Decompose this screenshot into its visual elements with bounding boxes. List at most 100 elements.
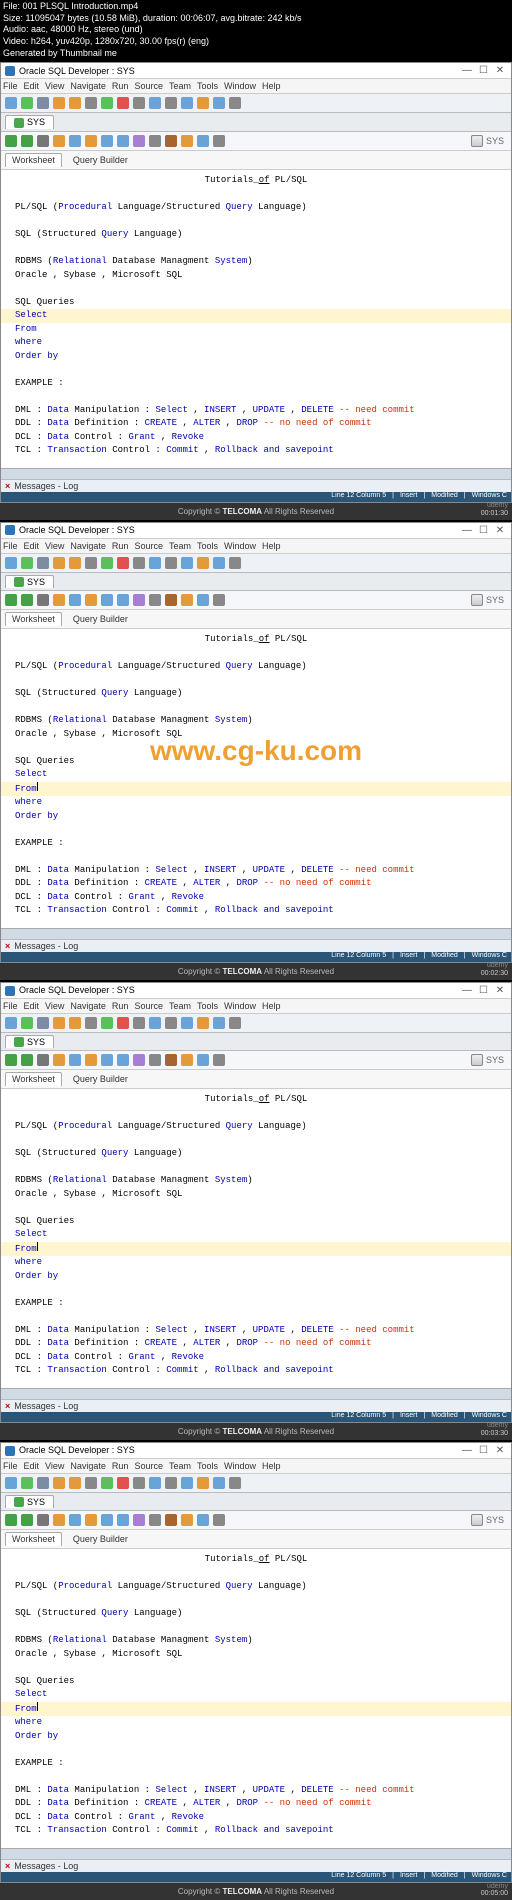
- menu-item[interactable]: Edit: [24, 1461, 40, 1471]
- toolbar-icon[interactable]: [133, 1017, 145, 1029]
- toolbar-icon[interactable]: [69, 1017, 81, 1029]
- sql-toolbar-icon[interactable]: [37, 1514, 49, 1526]
- sql-toolbar-icon[interactable]: [5, 594, 17, 606]
- editor-scrollbar[interactable]: [1, 1388, 511, 1399]
- sql-toolbar-icon[interactable]: [85, 135, 97, 147]
- menu-item[interactable]: Tools: [197, 541, 218, 551]
- toolbar-icon[interactable]: [101, 97, 113, 109]
- toolbar-icon[interactable]: [197, 557, 209, 569]
- sql-toolbar-icon[interactable]: [133, 1054, 145, 1066]
- menu-item[interactable]: Window: [224, 541, 256, 551]
- sql-toolbar-icon[interactable]: [53, 1514, 65, 1526]
- toolbar-icon[interactable]: [21, 1477, 33, 1489]
- sql-toolbar-icon[interactable]: [213, 594, 225, 606]
- menu-item[interactable]: Team: [169, 1001, 191, 1011]
- sql-toolbar-icon[interactable]: [197, 594, 209, 606]
- close-button[interactable]: ✕: [493, 1445, 507, 1456]
- menu-item[interactable]: Tools: [197, 81, 218, 91]
- sql-toolbar-icon[interactable]: [101, 1514, 113, 1526]
- sql-toolbar-icon[interactable]: [117, 135, 129, 147]
- connection-picker[interactable]: SYS: [468, 1514, 507, 1526]
- toolbar-icon[interactable]: [101, 557, 113, 569]
- sql-toolbar-icon[interactable]: [149, 1054, 161, 1066]
- toolbar-icon[interactable]: [165, 97, 177, 109]
- sql-editor[interactable]: Tutorials_of PL/SQL PL/SQL (Procedural L…: [1, 629, 511, 928]
- toolbar-icon[interactable]: [37, 97, 49, 109]
- menu-item[interactable]: Team: [169, 81, 191, 91]
- menu-item[interactable]: Tools: [197, 1461, 218, 1471]
- toolbar-icon[interactable]: [133, 97, 145, 109]
- sql-toolbar-icon[interactable]: [5, 1514, 17, 1526]
- toolbar-icon[interactable]: [37, 557, 49, 569]
- sql-toolbar-icon[interactable]: [181, 1514, 193, 1526]
- toolbar-icon[interactable]: [85, 1477, 97, 1489]
- sql-toolbar-icon[interactable]: [37, 594, 49, 606]
- toolbar-icon[interactable]: [101, 1017, 113, 1029]
- sql-toolbar-icon[interactable]: [69, 1054, 81, 1066]
- sql-toolbar-icon[interactable]: [149, 1514, 161, 1526]
- sql-toolbar-icon[interactable]: [181, 594, 193, 606]
- toolbar-icon[interactable]: [213, 1477, 225, 1489]
- toolbar-icon[interactable]: [53, 1477, 65, 1489]
- sql-toolbar-icon[interactable]: [21, 1514, 33, 1526]
- menu-item[interactable]: Window: [224, 1461, 256, 1471]
- toolbar-icon[interactable]: [197, 97, 209, 109]
- editor-scrollbar[interactable]: [1, 1848, 511, 1859]
- menu-item[interactable]: Edit: [24, 1001, 40, 1011]
- menu-item[interactable]: View: [45, 1001, 64, 1011]
- close-button[interactable]: ✕: [493, 525, 507, 536]
- toolbar-icon[interactable]: [213, 97, 225, 109]
- menu-item[interactable]: Navigate: [70, 81, 106, 91]
- close-icon[interactable]: ×: [5, 941, 10, 951]
- toolbar-icon[interactable]: [53, 1017, 65, 1029]
- toolbar-icon[interactable]: [5, 1017, 17, 1029]
- menu-item[interactable]: Help: [262, 1461, 281, 1471]
- toolbar-icon[interactable]: [117, 557, 129, 569]
- menu-item[interactable]: Source: [134, 541, 163, 551]
- connection-picker[interactable]: SYS: [468, 594, 507, 606]
- close-icon[interactable]: ×: [5, 1861, 10, 1871]
- menu-item[interactable]: Window: [224, 81, 256, 91]
- toolbar-icon[interactable]: [229, 1017, 241, 1029]
- close-icon[interactable]: ×: [5, 481, 10, 491]
- minimize-button[interactable]: —: [460, 65, 474, 76]
- toolbar-icon[interactable]: [21, 1017, 33, 1029]
- menu-item[interactable]: Source: [134, 81, 163, 91]
- menu-item[interactable]: Source: [134, 1001, 163, 1011]
- sql-toolbar-icon[interactable]: [133, 594, 145, 606]
- sql-toolbar-icon[interactable]: [165, 1054, 177, 1066]
- sql-toolbar-icon[interactable]: [5, 135, 17, 147]
- toolbar-icon[interactable]: [37, 1017, 49, 1029]
- toolbar-icon[interactable]: [165, 1477, 177, 1489]
- connection-tab[interactable]: SYS: [5, 575, 54, 589]
- toolbar-icon[interactable]: [229, 557, 241, 569]
- connection-picker[interactable]: SYS: [468, 1054, 507, 1066]
- sql-toolbar-icon[interactable]: [149, 594, 161, 606]
- sql-toolbar-icon[interactable]: [149, 135, 161, 147]
- sql-toolbar-icon[interactable]: [117, 1514, 129, 1526]
- sql-toolbar-icon[interactable]: [117, 594, 129, 606]
- toolbar-icon[interactable]: [37, 1477, 49, 1489]
- messages-tab[interactable]: ×Messages - Log: [1, 939, 511, 952]
- toolbar-icon[interactable]: [133, 1477, 145, 1489]
- toolbar-icon[interactable]: [21, 97, 33, 109]
- toolbar-icon[interactable]: [197, 1477, 209, 1489]
- menu-item[interactable]: Run: [112, 541, 129, 551]
- close-icon[interactable]: ×: [5, 1401, 10, 1411]
- sql-toolbar-icon[interactable]: [53, 594, 65, 606]
- menu-item[interactable]: Run: [112, 1001, 129, 1011]
- tab-query-builder[interactable]: Query Builder: [66, 612, 135, 626]
- toolbar-icon[interactable]: [69, 1477, 81, 1489]
- messages-tab[interactable]: ×Messages - Log: [1, 1859, 511, 1872]
- tab-worksheet[interactable]: Worksheet: [5, 612, 62, 626]
- toolbar-icon[interactable]: [85, 97, 97, 109]
- toolbar-icon[interactable]: [165, 1017, 177, 1029]
- sql-toolbar-icon[interactable]: [197, 135, 209, 147]
- menu-item[interactable]: Edit: [24, 541, 40, 551]
- sql-toolbar-icon[interactable]: [5, 1054, 17, 1066]
- editor-scrollbar[interactable]: [1, 468, 511, 479]
- sql-toolbar-icon[interactable]: [197, 1514, 209, 1526]
- toolbar-icon[interactable]: [21, 557, 33, 569]
- menu-item[interactable]: View: [45, 1461, 64, 1471]
- toolbar-icon[interactable]: [181, 557, 193, 569]
